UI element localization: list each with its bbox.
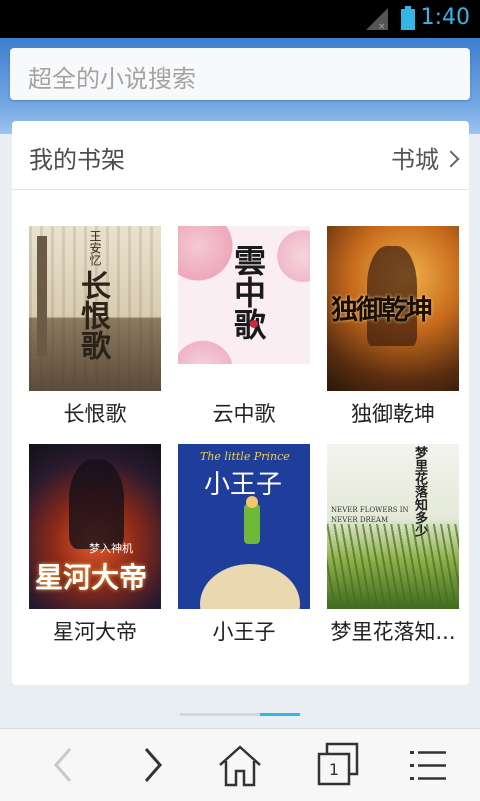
book-item[interactable]: 梦入神机 星河大帝 星河大帝: [29, 444, 161, 644]
cover-author: 王安忆: [88, 230, 102, 266]
book-title: 小王子: [212, 620, 276, 644]
battery-icon: [401, 6, 415, 30]
status-bar: × 1:40: [0, 0, 480, 38]
cover-subtitle: The little Prince: [200, 450, 290, 463]
book-item[interactable]: 王安忆 长恨歌 长恨歌: [29, 226, 161, 426]
search-input[interactable]: 超全的小说搜索: [10, 48, 470, 100]
book-title: 星河大帝: [53, 620, 137, 644]
back-icon: [54, 748, 72, 782]
book-title: 梦里花落知...: [330, 620, 456, 644]
book-cover: 雲中歌: [178, 226, 310, 391]
book-cover: The little Prince 小王子: [178, 444, 310, 609]
svg-text:×: ×: [378, 22, 386, 30]
bookstore-link[interactable]: 书城: [391, 140, 460, 175]
cover-subtitle: 梦入神机: [89, 542, 133, 555]
status-time: 1:40: [420, 5, 470, 30]
bookshelf-header: 我的书架 书城: [12, 121, 469, 190]
book-title: 云中歌: [212, 402, 276, 426]
windows-count: 1: [328, 760, 340, 779]
forward-button[interactable]: [124, 739, 180, 791]
cover-title: 梦里花落知多少: [412, 446, 427, 537]
cover-subtitle: NEVER FLOWERS IN NEVER DREAM: [331, 506, 409, 524]
chevron-right-icon: [442, 150, 460, 168]
page-indicator-inactive: [180, 713, 260, 716]
book-item[interactable]: The little Prince 小王子 小王子: [178, 444, 310, 644]
page-indicator-active: [260, 713, 300, 716]
signal-icon: ×: [366, 8, 388, 30]
bookstore-link-label: 书城: [391, 146, 439, 174]
cover-title: 长恨歌: [75, 270, 110, 360]
home-icon: [219, 745, 261, 787]
book-title: 长恨歌: [63, 402, 127, 426]
cover-title: 小王子: [204, 470, 283, 500]
cover-title: 星河大帝: [35, 561, 148, 594]
windows-button[interactable]: 1: [312, 739, 368, 791]
forward-icon: [144, 748, 162, 782]
menu-button[interactable]: [400, 739, 456, 791]
cover-title: 雲中歌: [229, 244, 267, 340]
book-item[interactable]: 梦里花落知多少 NEVER FLOWERS IN NEVER DREAM 梦里花…: [327, 444, 459, 644]
back-button[interactable]: [34, 739, 90, 791]
cover-title: 独御乾坤: [331, 295, 433, 326]
book-item[interactable]: 雲中歌 云中歌: [178, 226, 310, 426]
bottom-navigation: 1: [0, 728, 480, 801]
book-item[interactable]: 独御乾坤 独御乾坤: [327, 226, 459, 426]
bookshelf-card: 我的书架 书城 王安忆 长恨歌 长恨歌 雲中歌 云中歌 独御乾坤 独御乾坤 梦入…: [12, 121, 469, 685]
book-cover: 独御乾坤: [327, 226, 459, 391]
book-cover: 王安忆 长恨歌: [29, 226, 161, 391]
search-placeholder: 超全的小说搜索: [28, 65, 196, 93]
book-cover: 梦里花落知多少 NEVER FLOWERS IN NEVER DREAM: [327, 444, 459, 609]
home-button[interactable]: [212, 739, 268, 791]
bookshelf-title: 我的书架: [29, 146, 125, 174]
book-cover: 梦入神机 星河大帝: [29, 444, 161, 609]
menu-icon: [410, 751, 446, 780]
book-title: 独御乾坤: [351, 402, 435, 426]
